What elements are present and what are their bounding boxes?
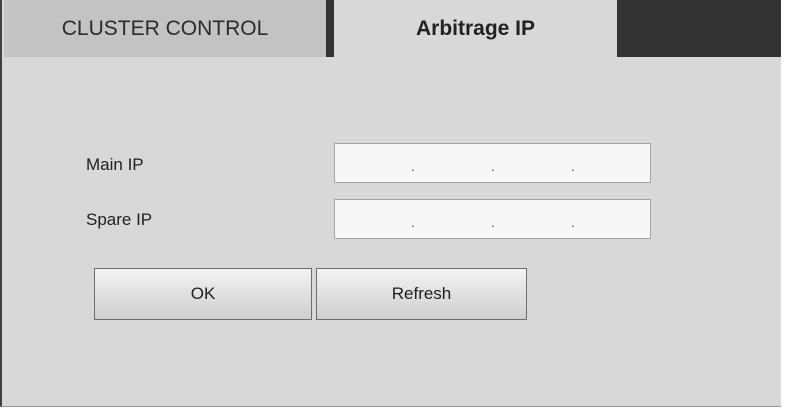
settings-panel: CLUSTER CONTROL Arbitrage IP Main IP . .…	[0, 0, 781, 407]
ok-button-label: OK	[190, 284, 216, 303]
main-ip-input[interactable]: . . .	[334, 143, 651, 183]
spare-ip-separator: .	[491, 214, 495, 230]
tab-arbitrage-ip[interactable]: Arbitrage IP	[334, 0, 617, 57]
tab-cluster-control-label: CLUSTER CONTROL	[61, 16, 269, 40]
ok-button[interactable]: OK	[94, 268, 312, 320]
refresh-button[interactable]: Refresh	[316, 268, 527, 320]
spare-ip-input[interactable]: . . .	[334, 199, 651, 239]
tab-arbitrage-ip-label: Arbitrage IP	[415, 16, 536, 40]
main-ip-label: Main IP	[86, 155, 144, 174]
spare-ip-label: Spare IP	[86, 210, 153, 229]
tab-cluster-control[interactable]: CLUSTER CONTROL	[4, 0, 326, 57]
main-ip-separator: .	[411, 158, 415, 174]
main-ip-separator: .	[491, 158, 495, 174]
spare-ip-separator: .	[411, 214, 415, 230]
tab-bar: CLUSTER CONTROL Arbitrage IP	[4, 0, 781, 57]
spare-ip-separator: .	[571, 214, 575, 230]
main-ip-separator: .	[571, 158, 575, 174]
refresh-button-label: Refresh	[391, 284, 452, 303]
